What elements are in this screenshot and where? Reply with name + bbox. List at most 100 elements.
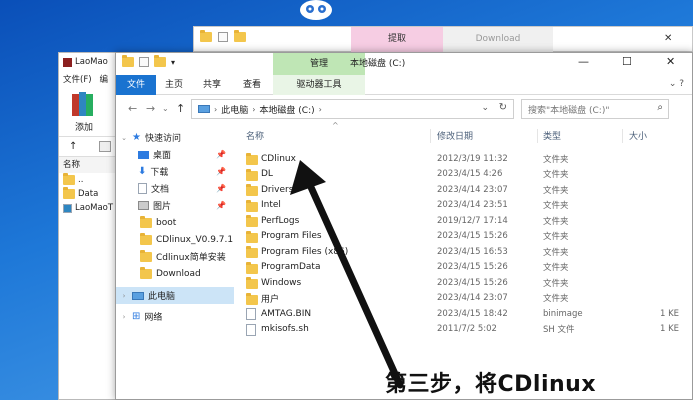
search-input[interactable]: 搜索"本地磁盘 (C:)" ⌕	[521, 99, 669, 119]
folder-icon	[200, 30, 212, 42]
column-divider[interactable]	[537, 129, 538, 143]
folder-icon	[246, 261, 258, 274]
column-header-date[interactable]: 修改日期	[437, 127, 473, 147]
customize-dropdown-icon[interactable]: ▾	[171, 58, 175, 67]
nav-item-cdlinux-install[interactable]: Cdlinux简单安装	[116, 248, 234, 265]
nav-this-pc[interactable]: › 此电脑	[116, 287, 234, 304]
search-placeholder: 搜索"本地磁盘 (C:)"	[528, 105, 610, 116]
file-icon	[246, 323, 256, 336]
table-row[interactable]: 用户 2023/4/14 23:07 文件夹	[240, 291, 693, 307]
computer-icon	[198, 105, 210, 113]
file-size: 1 KE	[660, 324, 680, 335]
network-icon: ⊞	[132, 311, 141, 322]
column-divider[interactable]	[622, 129, 623, 143]
add-button[interactable]: 添加	[75, 120, 93, 133]
column-divider[interactable]	[430, 129, 431, 143]
nav-network[interactable]: › ⊞ 网络	[116, 308, 234, 325]
properties-icon[interactable]	[218, 32, 228, 42]
table-row[interactable]: Program Files (x86) 2023/4/15 16:53 文件夹	[240, 244, 693, 260]
nav-item-desktop[interactable]: 桌面 📌	[116, 146, 234, 163]
tab-home[interactable]: 主页	[160, 75, 188, 95]
tab-share[interactable]: 共享	[198, 75, 226, 95]
file-name: Program Files (x86)	[261, 246, 349, 257]
pin-icon[interactable]: 📌	[216, 201, 226, 210]
file-type: 文件夹	[543, 201, 569, 212]
breadcrumb-drive[interactable]: 本地磁盘 (C:)	[259, 103, 314, 116]
properties-icon[interactable]	[139, 57, 149, 67]
address-bar[interactable]: › 此电脑 › 本地磁盘 (C:) › ⌄ ↻	[191, 99, 514, 119]
folder-icon	[63, 187, 75, 199]
table-row[interactable]: mkisofs.sh 2011/7/2 5:02 SH 文件 1 KE	[240, 322, 693, 338]
nav-item-pictures[interactable]: 图片 📌	[116, 197, 234, 214]
nav-item-cdlinux-version[interactable]: CDlinux_V0.9.7.1	[116, 231, 234, 248]
address-dropdown-icon[interactable]: ⌄	[481, 103, 489, 113]
sort-ascending-icon: ^	[332, 121, 339, 130]
folder-icon	[140, 266, 152, 279]
nav-item-download[interactable]: Download	[116, 265, 234, 282]
file-type: 文件夹	[543, 232, 569, 243]
file-date: 2023/4/15 15:26	[437, 231, 508, 242]
maximize-icon[interactable]: ☐	[622, 55, 632, 68]
file-name: Windows	[261, 277, 302, 288]
up-icon[interactable]: ↑	[176, 102, 185, 115]
new-folder-icon[interactable]	[234, 30, 246, 42]
nav-quick-access[interactable]: ⌄ ★ 快速访问	[116, 129, 234, 146]
refresh-icon[interactable]: ↻	[499, 102, 507, 113]
table-row[interactable]: Drivers 2023/4/14 23:07 文件夹	[240, 182, 693, 198]
ribbon-expand-icon[interactable]: ⌄ ?	[669, 79, 684, 89]
table-row[interactable]: DL 2023/4/15 4:26 文件夹	[240, 167, 693, 183]
app-logo-icon	[300, 0, 332, 20]
table-row[interactable]: Program Files 2023/4/15 15:26 文件夹	[240, 229, 693, 245]
download-icon: ⬇	[138, 166, 147, 177]
breadcrumb-this-pc[interactable]: 此电脑	[221, 103, 248, 116]
table-row[interactable]: Intel 2023/4/14 23:51 文件夹	[240, 198, 693, 214]
chevron-down-icon[interactable]: ⌄	[120, 134, 128, 142]
folder-icon	[246, 199, 258, 212]
nav-item-boot[interactable]: boot	[116, 214, 234, 231]
file-name: Drivers	[261, 184, 294, 195]
file-type: 文件夹	[543, 185, 569, 196]
folder-icon	[63, 173, 75, 185]
minimize-icon[interactable]: —	[578, 55, 589, 68]
nav-item-documents[interactable]: 文档 📌	[116, 180, 234, 197]
table-row[interactable]: Windows 2023/4/15 15:26 文件夹	[240, 275, 693, 291]
back-icon[interactable]: ←	[128, 102, 137, 115]
column-header-name[interactable]: 名称	[246, 127, 264, 147]
folder-icon	[246, 277, 258, 289]
file-type: SH 文件	[543, 325, 575, 336]
column-header-type[interactable]: 类型	[543, 127, 561, 147]
tab-drive-tools[interactable]: 驱动器工具	[273, 75, 365, 95]
file-date: 2012/3/19 11:32	[437, 153, 508, 164]
search-icon[interactable]: ⌕	[657, 102, 663, 113]
table-row[interactable]: ProgramData 2023/4/15 15:26 文件夹	[240, 260, 693, 276]
file-name: 用户	[261, 294, 280, 305]
chevron-right-icon[interactable]: ›	[120, 292, 128, 300]
pin-icon[interactable]: 📌	[216, 150, 226, 159]
menu-file[interactable]: 文件(F)	[63, 73, 92, 85]
nav-item-downloads[interactable]: ⬇ 下载 📌	[116, 163, 234, 180]
books-icon[interactable]	[71, 91, 95, 117]
up-arrow-icon[interactable]: ↑	[69, 141, 77, 152]
picture-icon	[138, 201, 149, 210]
star-icon: ★	[132, 132, 141, 143]
table-row[interactable]: PerfLogs 2019/12/7 17:14 文件夹	[240, 213, 693, 229]
close-icon[interactable]: ✕	[664, 33, 672, 44]
close-icon[interactable]: ✕	[666, 55, 675, 68]
table-row[interactable]: CDlinux 2012/3/19 11:32 文件夹	[240, 151, 693, 167]
tab-extract[interactable]: 提取	[351, 27, 443, 52]
folder-icon	[246, 168, 258, 181]
tab-view[interactable]: 查看	[238, 75, 266, 95]
new-folder-icon[interactable]	[154, 55, 166, 67]
recent-dropdown-icon[interactable]: ⌄	[162, 104, 169, 113]
table-row[interactable]: AMTAG.BIN 2023/4/15 18:42 binimage 1 KE	[240, 306, 693, 322]
column-header-size[interactable]: 大小	[629, 127, 647, 147]
forward-icon[interactable]: →	[146, 102, 155, 115]
folder-icon	[122, 55, 134, 67]
ribbon-tabs: 文件 主页 共享 查看 驱动器工具 ⌄ ?	[116, 75, 692, 95]
file-date: 2023/4/14 23:07	[437, 184, 508, 195]
pin-icon[interactable]: 📌	[216, 184, 226, 193]
chevron-right-icon[interactable]: ›	[120, 313, 128, 321]
menu-edit[interactable]: 编	[100, 73, 109, 85]
tab-file[interactable]: 文件	[116, 75, 156, 95]
pin-icon[interactable]: 📌	[216, 167, 226, 176]
